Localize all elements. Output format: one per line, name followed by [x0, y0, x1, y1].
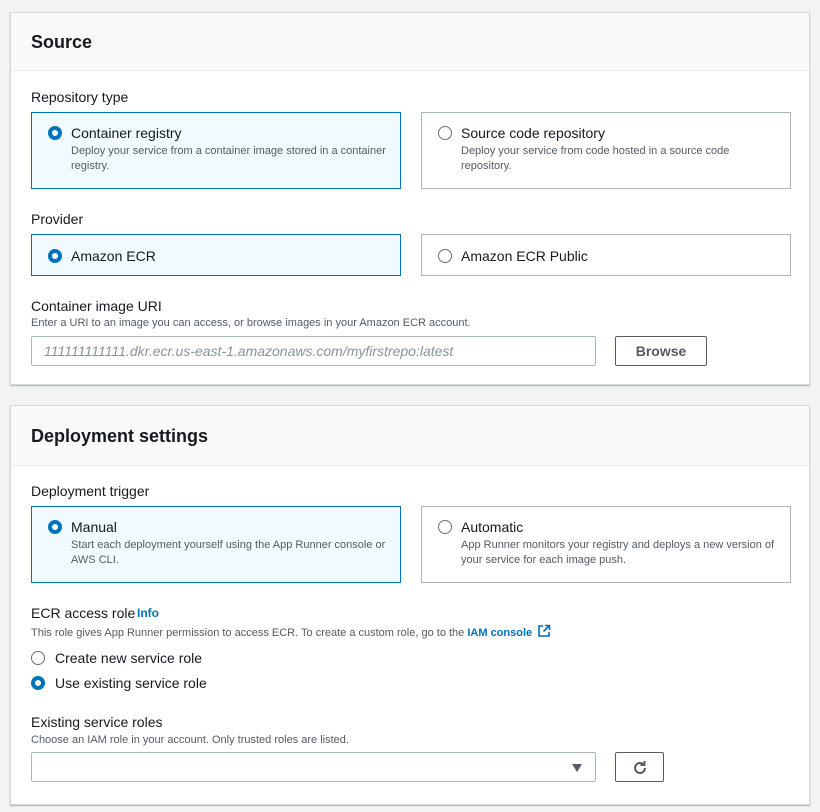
container-image-uri-input[interactable]: 111111111111.dkr.ecr.us-east-1.amazonaws…	[31, 336, 596, 366]
manual-radio[interactable]	[48, 520, 62, 534]
provider-amazon-ecr-public-tile[interactable]: Amazon ECR Public	[421, 234, 791, 276]
browse-button[interactable]: Browse	[615, 336, 707, 366]
provider-amazon-ecr-tile[interactable]: Amazon ECR	[31, 234, 401, 276]
ecr-access-role-info-link[interactable]: Info	[137, 606, 159, 620]
automatic-description: App Runner monitors your registry and de…	[461, 539, 775, 566]
amazon-ecr-title: Amazon ECR	[71, 248, 156, 264]
automatic-title: Automatic	[461, 519, 524, 535]
amazon-ecr-public-title: Amazon ECR Public	[461, 248, 588, 264]
container-image-uri-description: Enter a URI to an image you can access, …	[31, 317, 471, 329]
external-link-icon[interactable]	[537, 624, 551, 638]
repository-type-label: Repository type	[31, 89, 129, 105]
amazon-ecr-radio[interactable]	[48, 249, 62, 263]
use-existing-service-role-radio[interactable]	[31, 676, 45, 690]
manual-title: Manual	[71, 519, 117, 535]
source-panel-title: Source	[31, 32, 93, 52]
deployment-trigger-label: Deployment trigger	[31, 483, 150, 499]
refresh-icon	[633, 761, 646, 774]
source-code-repository-description: Deploy your service from code hosted in …	[461, 145, 730, 172]
source-panel: Source Repository type Container registr…	[10, 12, 810, 385]
repository-type-container-registry-tile[interactable]: Container registry Deploy your service f…	[31, 112, 401, 189]
ecr-access-role-description: This role gives App Runner permission to…	[31, 624, 551, 639]
existing-service-roles-description: Choose an IAM role in your account. Only…	[31, 734, 349, 746]
provider-label: Provider	[31, 211, 84, 227]
automatic-radio[interactable]	[438, 520, 452, 534]
caret-down-icon[interactable]	[571, 763, 583, 773]
source-panel-header: Source	[11, 13, 809, 71]
deployment-trigger-manual-tile[interactable]: Manual Start each deployment yourself us…	[31, 506, 401, 583]
create-new-service-role-radio[interactable]	[31, 651, 45, 665]
source-code-repository-radio[interactable]	[438, 126, 452, 140]
container-image-uri-label: Container image URI	[31, 298, 162, 314]
container-registry-title: Container registry	[71, 125, 182, 141]
repository-type-source-code-tile[interactable]: Source code repository Deploy your servi…	[421, 112, 791, 189]
use-existing-service-role-option[interactable]: Use existing service role	[31, 673, 331, 693]
deployment-panel-header: Deployment settings	[11, 406, 809, 466]
amazon-ecr-public-radio[interactable]	[438, 249, 452, 263]
manual-description: Start each deployment yourself using the…	[71, 539, 386, 566]
iam-console-link[interactable]: IAM console	[467, 627, 532, 639]
container-registry-description: Deploy your service from a container ima…	[71, 145, 386, 172]
create-new-service-role-option[interactable]: Create new service role	[31, 648, 331, 668]
container-registry-radio[interactable]	[48, 126, 62, 140]
ecr-access-role-label: ECR access role	[31, 605, 136, 621]
deployment-settings-panel: Deployment settings Deployment trigger M…	[10, 405, 810, 805]
create-new-service-role-label: Create new service role	[55, 650, 203, 666]
deployment-panel-title: Deployment settings	[31, 426, 209, 446]
use-existing-service-role-label: Use existing service role	[55, 675, 207, 691]
source-code-repository-title: Source code repository	[461, 125, 605, 141]
existing-service-roles-label: Existing service roles	[31, 714, 163, 730]
existing-service-roles-select[interactable]	[31, 752, 596, 782]
refresh-roles-button[interactable]	[615, 752, 664, 782]
container-image-uri-placeholder: 111111111111.dkr.ecr.us-east-1.amazonaws…	[44, 343, 454, 359]
ecr-access-role-description-text: This role gives App Runner permission to…	[31, 627, 465, 639]
deployment-trigger-automatic-tile[interactable]: Automatic App Runner monitors your regis…	[421, 506, 791, 583]
